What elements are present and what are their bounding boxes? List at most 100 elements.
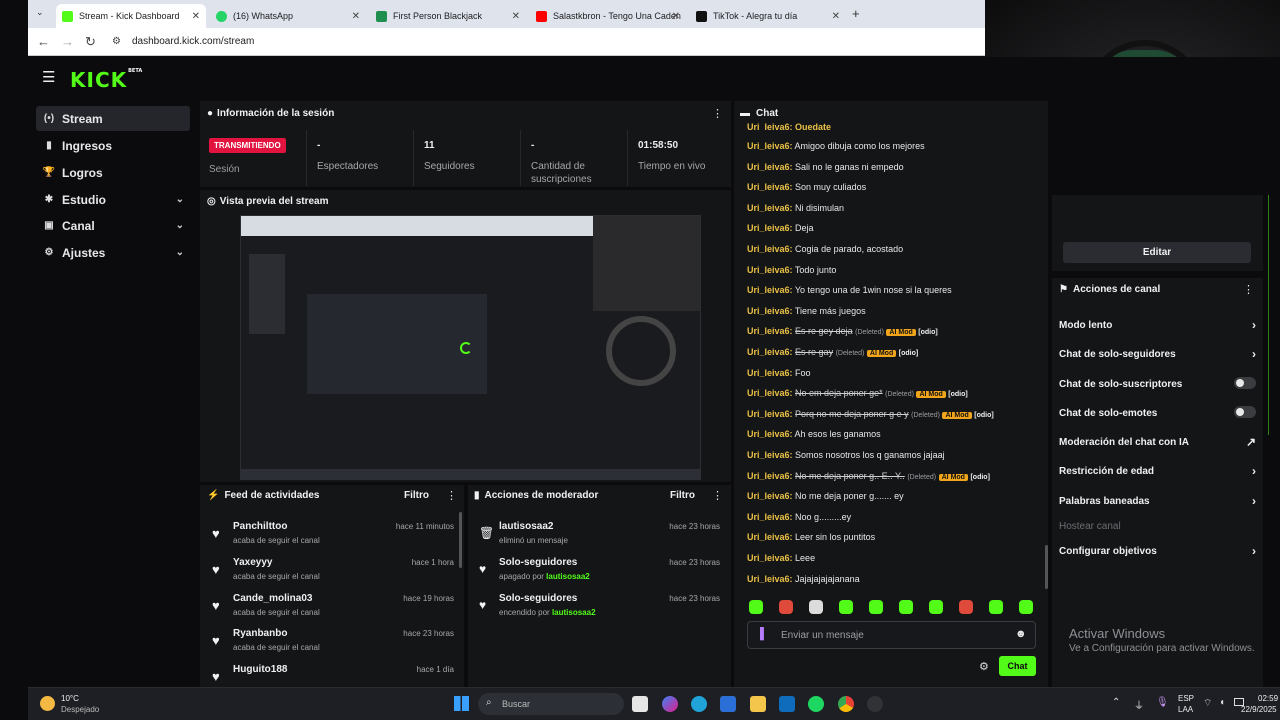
address-bar-url[interactable]: dashboard.kick.com/stream bbox=[132, 36, 254, 47]
emote-icon[interactable] bbox=[749, 600, 763, 614]
toggle-switch[interactable] bbox=[1234, 406, 1256, 418]
edge-icon[interactable] bbox=[691, 696, 707, 712]
channel-action-row[interactable]: Configurar objetivos › bbox=[1059, 544, 1259, 558]
taskbar-search[interactable]: ⌕ Buscar bbox=[478, 693, 624, 715]
channel-action-row[interactable]: Chat de solo-emotes bbox=[1059, 406, 1259, 419]
tab-list-dropdown[interactable]: ⌄ bbox=[36, 7, 44, 18]
close-tab-icon[interactable]: ✕ bbox=[352, 11, 360, 22]
follower-name[interactable]: Cande_molina03 bbox=[233, 593, 312, 604]
tray-chevron-icon[interactable]: ⌃ bbox=[1112, 697, 1120, 708]
chat-username[interactable]: Uri_leiva6: bbox=[747, 450, 793, 460]
copilot-icon[interactable] bbox=[662, 696, 678, 712]
more-options-icon[interactable]: ⋮ bbox=[446, 489, 457, 502]
tab-whatsapp[interactable]: (16) WhatsApp ✕ bbox=[210, 4, 366, 28]
close-tab-icon[interactable]: ✕ bbox=[192, 11, 200, 22]
outlook-icon[interactable] bbox=[779, 696, 795, 712]
chat-username[interactable]: Uri_leiva6: bbox=[747, 182, 793, 192]
follower-name[interactable]: Ryanbanbo bbox=[233, 628, 287, 639]
mod-action-name[interactable]: lautisosaa2 bbox=[499, 521, 553, 532]
chat-username[interactable]: Uri_leiva6: bbox=[747, 388, 793, 398]
file-explorer-icon[interactable] bbox=[750, 696, 766, 712]
chat-username[interactable]: Uri_leiva6: bbox=[747, 491, 793, 501]
sidebar-item-stream[interactable]: (•) Stream bbox=[36, 106, 190, 131]
emote-icon[interactable] bbox=[809, 600, 823, 614]
close-tab-icon[interactable]: ✕ bbox=[832, 11, 840, 22]
emote-icon[interactable] bbox=[899, 600, 913, 614]
more-options-icon[interactable]: ⋮ bbox=[712, 107, 723, 120]
more-options-icon[interactable]: ⋮ bbox=[1243, 283, 1254, 296]
chat-username[interactable]: Uri_leiva6: bbox=[747, 285, 793, 295]
mod-filter-button[interactable]: Filtro bbox=[670, 490, 695, 501]
sidebar-item-ajustes[interactable]: ⚙ Ajustes ⌄ bbox=[36, 240, 190, 265]
tab-blackjack[interactable]: First Person Blackjack ✕ bbox=[370, 4, 526, 28]
windows-start-icon[interactable] bbox=[454, 696, 469, 711]
emote-icon[interactable] bbox=[1019, 600, 1033, 614]
site-info-icon[interactable]: ⚙ bbox=[112, 36, 121, 47]
emote-icon[interactable] bbox=[989, 600, 1003, 614]
emoji-icon[interactable]: ☻ bbox=[1015, 628, 1027, 640]
sidebar-item-estudio[interactable]: ✱ Estudio ⌄ bbox=[36, 187, 190, 212]
reload-icon[interactable]: ↻ bbox=[85, 34, 96, 50]
sidebar-item-logros[interactable]: 🏆 Logros bbox=[36, 160, 190, 185]
chat-username[interactable]: Uri_leiva6: bbox=[747, 429, 793, 439]
chat-username[interactable]: Uri_leiva6: bbox=[747, 306, 793, 316]
chat-username[interactable]: Uri_leiva6: bbox=[747, 532, 793, 542]
chrome-icon[interactable] bbox=[838, 696, 854, 712]
tab-tiktok[interactable]: TikTok - Alegra tu día ✕ bbox=[690, 4, 846, 28]
clock-time[interactable]: 02:59 bbox=[1258, 694, 1278, 703]
close-tab-icon[interactable]: ✕ bbox=[672, 11, 680, 22]
chat-username[interactable]: Uri_leiva6: bbox=[747, 223, 793, 233]
channel-action-row[interactable]: Chat de solo-seguidores › bbox=[1059, 347, 1259, 361]
chat-input[interactable]: ▌ Enviar un mensaje ☻ bbox=[747, 621, 1036, 649]
chat-username[interactable]: Uri_leiva6: bbox=[747, 326, 793, 336]
mod-username[interactable]: lautisosaa2 bbox=[552, 608, 596, 617]
tray-mic-icon[interactable]: 🎙 bbox=[1156, 697, 1169, 708]
kick-logo[interactable]: KICKBETA bbox=[70, 68, 142, 92]
back-icon[interactable]: ← bbox=[37, 34, 50, 49]
channel-action-row[interactable]: Moderación del chat con IA ↗ bbox=[1059, 435, 1259, 449]
spotify-icon[interactable] bbox=[808, 696, 824, 712]
edit-button[interactable]: Editar bbox=[1063, 242, 1251, 263]
tray-lang[interactable]: ESP bbox=[1178, 694, 1194, 703]
wifi-icon[interactable]: ⌔ bbox=[1203, 697, 1212, 710]
channel-action-row[interactable]: Chat de solo-suscriptores bbox=[1059, 377, 1259, 390]
chat-username[interactable]: Uri_leiva6: bbox=[747, 471, 793, 481]
chat-send-button[interactable]: Chat bbox=[999, 656, 1036, 676]
close-tab-icon[interactable]: ✕ bbox=[512, 11, 520, 22]
mod-username[interactable]: lautisosaa2 bbox=[546, 572, 590, 581]
follower-name[interactable]: Huguito188 bbox=[233, 664, 287, 675]
chat-username[interactable]: Uri_leiva6: bbox=[747, 574, 793, 584]
new-tab-button[interactable]: + bbox=[852, 6, 860, 21]
chat-username[interactable]: Uri_leiva6: bbox=[747, 141, 793, 151]
emote-icon[interactable] bbox=[929, 600, 943, 614]
sidebar-item-ingresos[interactable]: ▮ Ingresos bbox=[36, 133, 190, 158]
follower-name[interactable]: Yaxeyyy bbox=[233, 557, 273, 568]
chat-username[interactable]: Uri_leiva6: bbox=[747, 162, 793, 172]
chat-username[interactable]: Uri_leiva6: bbox=[747, 244, 793, 254]
chat-username[interactable]: Uri_leiva6: bbox=[747, 265, 793, 275]
tab-kick-dashboard[interactable]: Stream - Kick Dashboard ✕ bbox=[56, 4, 206, 28]
emote-icon[interactable] bbox=[869, 600, 883, 614]
chat-username[interactable]: Uri_leiva6: bbox=[747, 347, 793, 357]
menu-icon[interactable]: ☰ bbox=[42, 68, 55, 86]
obs-icon[interactable] bbox=[867, 696, 883, 712]
chat-username[interactable]: Uri_leiva6: bbox=[747, 203, 793, 213]
stream-preview-video[interactable] bbox=[240, 215, 701, 480]
tray-usb-icon[interactable]: ⏚ bbox=[1134, 697, 1144, 712]
sidebar-item-canal[interactable]: ▣ Canal ⌄ bbox=[36, 213, 190, 238]
chat-username[interactable]: Uri_leiva6: bbox=[747, 553, 793, 563]
more-options-icon[interactable]: ⋮ bbox=[712, 489, 723, 502]
task-view-icon[interactable] bbox=[632, 696, 648, 712]
chat-username[interactable]: Uri_leiva6: bbox=[747, 409, 793, 419]
toggle-switch[interactable] bbox=[1234, 377, 1256, 389]
chat-settings-icon[interactable]: ⚙ bbox=[979, 660, 989, 673]
forward-icon[interactable]: → bbox=[61, 34, 74, 49]
channel-action-row[interactable]: Restricción de edad › bbox=[1059, 464, 1259, 478]
channel-action-row[interactable]: Modo lento › bbox=[1059, 318, 1259, 332]
tab-youtube[interactable]: Salastkbron - Tengo Una Caden ✕ bbox=[530, 4, 686, 28]
emote-icon[interactable] bbox=[839, 600, 853, 614]
chat-username[interactable]: Uri_leiva6: bbox=[747, 368, 793, 378]
emote-icon[interactable] bbox=[959, 600, 973, 614]
follower-name[interactable]: Panchilttoo bbox=[233, 521, 287, 532]
store-icon[interactable] bbox=[720, 696, 736, 712]
